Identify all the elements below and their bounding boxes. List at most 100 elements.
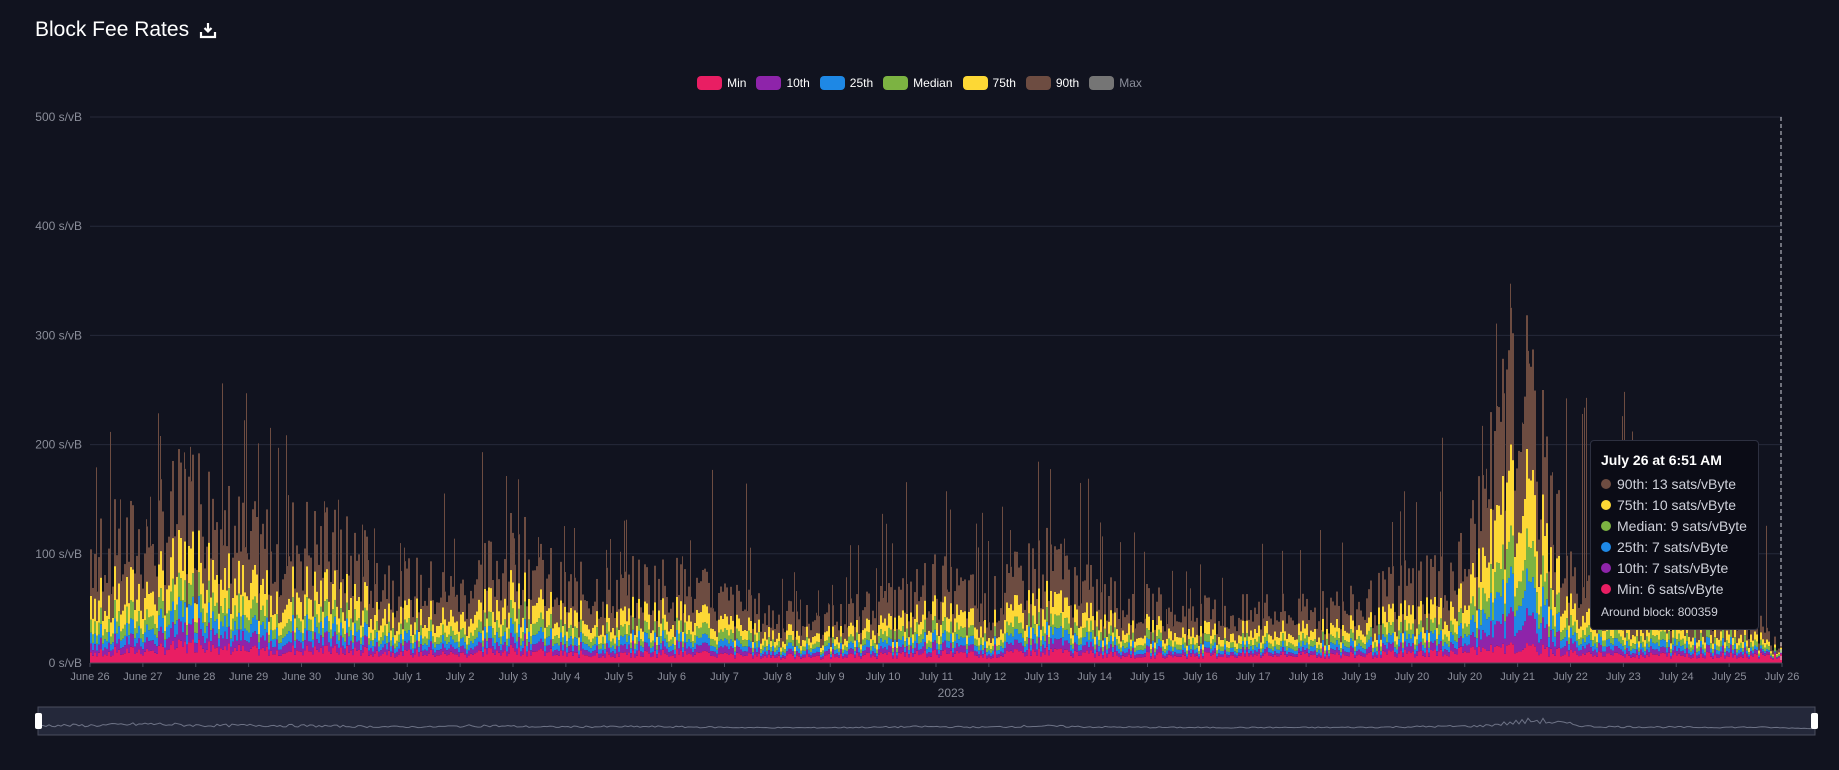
- fee-bar-75th: [1466, 609, 1468, 627]
- fee-bar-25th: [646, 633, 648, 643]
- fee-bar-median: [910, 627, 912, 638]
- fee-bar-median: [1024, 640, 1026, 647]
- fee-bar-10th: [592, 651, 594, 657]
- fee-bar-min: [1480, 651, 1482, 663]
- fee-bar-min: [1598, 651, 1600, 663]
- fee-bar-90th: [352, 595, 354, 623]
- fee-bar-75th: [652, 630, 654, 641]
- fee-bar-min: [114, 646, 116, 663]
- fee-bar-75th: [772, 630, 774, 640]
- fee-bar-75th: [1360, 630, 1362, 640]
- fee-bar-25th: [1556, 613, 1558, 633]
- fee-bar-median: [152, 615, 154, 629]
- fee-bar-min: [1336, 652, 1338, 663]
- fee-bar-median: [1336, 631, 1338, 641]
- fee-bar-min: [302, 655, 304, 663]
- fee-bar-10th: [582, 648, 584, 655]
- fee-bar-min: [578, 657, 580, 663]
- fee-bar-75th: [1426, 597, 1428, 619]
- fee-bar-median: [576, 628, 578, 639]
- fee-bar-25th: [1266, 641, 1268, 648]
- fee-bar-10th: [912, 653, 914, 657]
- fee-bar-90th: [702, 570, 704, 606]
- fee-bar-min: [94, 652, 96, 663]
- fee-bar-median: [430, 619, 432, 632]
- fee-bar-median: [116, 621, 118, 634]
- fee-bar-median: [562, 637, 564, 645]
- fee-bar-median: [1616, 629, 1618, 639]
- fee-bar-75th: [564, 606, 566, 625]
- fee-bar-25th: [1082, 637, 1084, 646]
- fee-bar-90th: [1246, 594, 1248, 621]
- fee-bar-75th: [1288, 633, 1290, 643]
- fee-bar-10th: [1502, 614, 1504, 644]
- fee-bar-75th: [1486, 567, 1488, 602]
- fee-bar-75th: [826, 631, 828, 641]
- fee-bar-10th: [616, 645, 618, 654]
- fee-bar-median: [94, 621, 96, 634]
- fee-rate-chart[interactable]: 0 s/vB100 s/vB200 s/vB300 s/vB400 s/vB50…: [0, 0, 1839, 770]
- fee-bar-median: [1508, 541, 1510, 578]
- fee-bar-75th: [756, 632, 758, 642]
- fee-bar-median: [420, 625, 422, 636]
- fee-bar-25th: [450, 636, 452, 645]
- fee-bar-spike: [184, 452, 185, 469]
- fee-bar-75th: [614, 635, 616, 644]
- fee-bar-median: [1204, 633, 1206, 642]
- fee-bar-10th: [1494, 624, 1496, 647]
- fee-bar-75th: [752, 641, 754, 648]
- fee-bar-25th: [1382, 634, 1384, 644]
- fee-bar-min: [946, 653, 948, 663]
- fee-bar-25th: [274, 638, 276, 647]
- fee-bar-25th: [512, 623, 514, 637]
- fee-bar-median: [210, 618, 212, 631]
- fee-bar-25th: [1244, 649, 1246, 654]
- fee-bar-10th: [1576, 647, 1578, 655]
- fee-bar-90th: [320, 526, 322, 581]
- fee-bar-90th: [1302, 593, 1304, 621]
- fee-bar-25th: [1446, 643, 1448, 651]
- fee-bar-min: [366, 647, 368, 663]
- fee-bar-min: [1010, 650, 1012, 663]
- fee-bar-median: [1368, 630, 1370, 640]
- fee-bar-median: [1252, 645, 1254, 650]
- fee-bar-25th: [100, 624, 102, 638]
- fee-bar-spike: [976, 523, 977, 609]
- fee-bar-median: [890, 629, 892, 639]
- fee-bar-median: [566, 641, 568, 648]
- fee-bar-10th: [1556, 632, 1558, 649]
- fee-bar-25th: [748, 639, 750, 647]
- fee-bar-10th: [1014, 639, 1016, 650]
- fee-bar-median: [1020, 622, 1022, 634]
- fee-bar-min: [1416, 655, 1418, 663]
- fee-bar-median: [812, 644, 814, 650]
- fee-bar-75th: [556, 622, 558, 636]
- fee-bar-10th: [1534, 619, 1536, 647]
- fee-bar-90th: [966, 618, 968, 636]
- fee-bar-median: [458, 641, 460, 648]
- fee-bar-90th: [888, 583, 890, 614]
- fee-bar-min: [640, 656, 642, 663]
- fee-bar-25th: [1476, 638, 1478, 648]
- fee-bar-10th: [370, 647, 372, 655]
- fee-bar-90th: [130, 500, 132, 568]
- fee-bar-25th: [1120, 651, 1122, 656]
- fee-bar-75th: [1190, 636, 1192, 645]
- fee-bar-75th: [1498, 505, 1500, 564]
- fee-bar-75th: [1158, 616, 1160, 630]
- fee-bar-10th: [478, 641, 480, 651]
- fee-bar-min: [202, 648, 204, 663]
- fee-bar-10th: [1356, 651, 1358, 656]
- fee-bar-90th: [532, 570, 534, 606]
- fee-bar-90th: [1248, 619, 1250, 637]
- fee-bar-90th: [1460, 532, 1462, 584]
- fee-bar-90th: [488, 540, 490, 588]
- fee-bar-75th: [720, 615, 722, 630]
- fee-bar-75th: [1024, 630, 1026, 641]
- fee-bar-25th: [1362, 648, 1364, 653]
- fee-bar-25th: [1250, 646, 1252, 651]
- fee-bar-90th: [196, 569, 198, 605]
- fee-bar-90th: [172, 460, 174, 539]
- fee-bar-min: [984, 653, 986, 663]
- fee-bar-10th: [494, 649, 496, 655]
